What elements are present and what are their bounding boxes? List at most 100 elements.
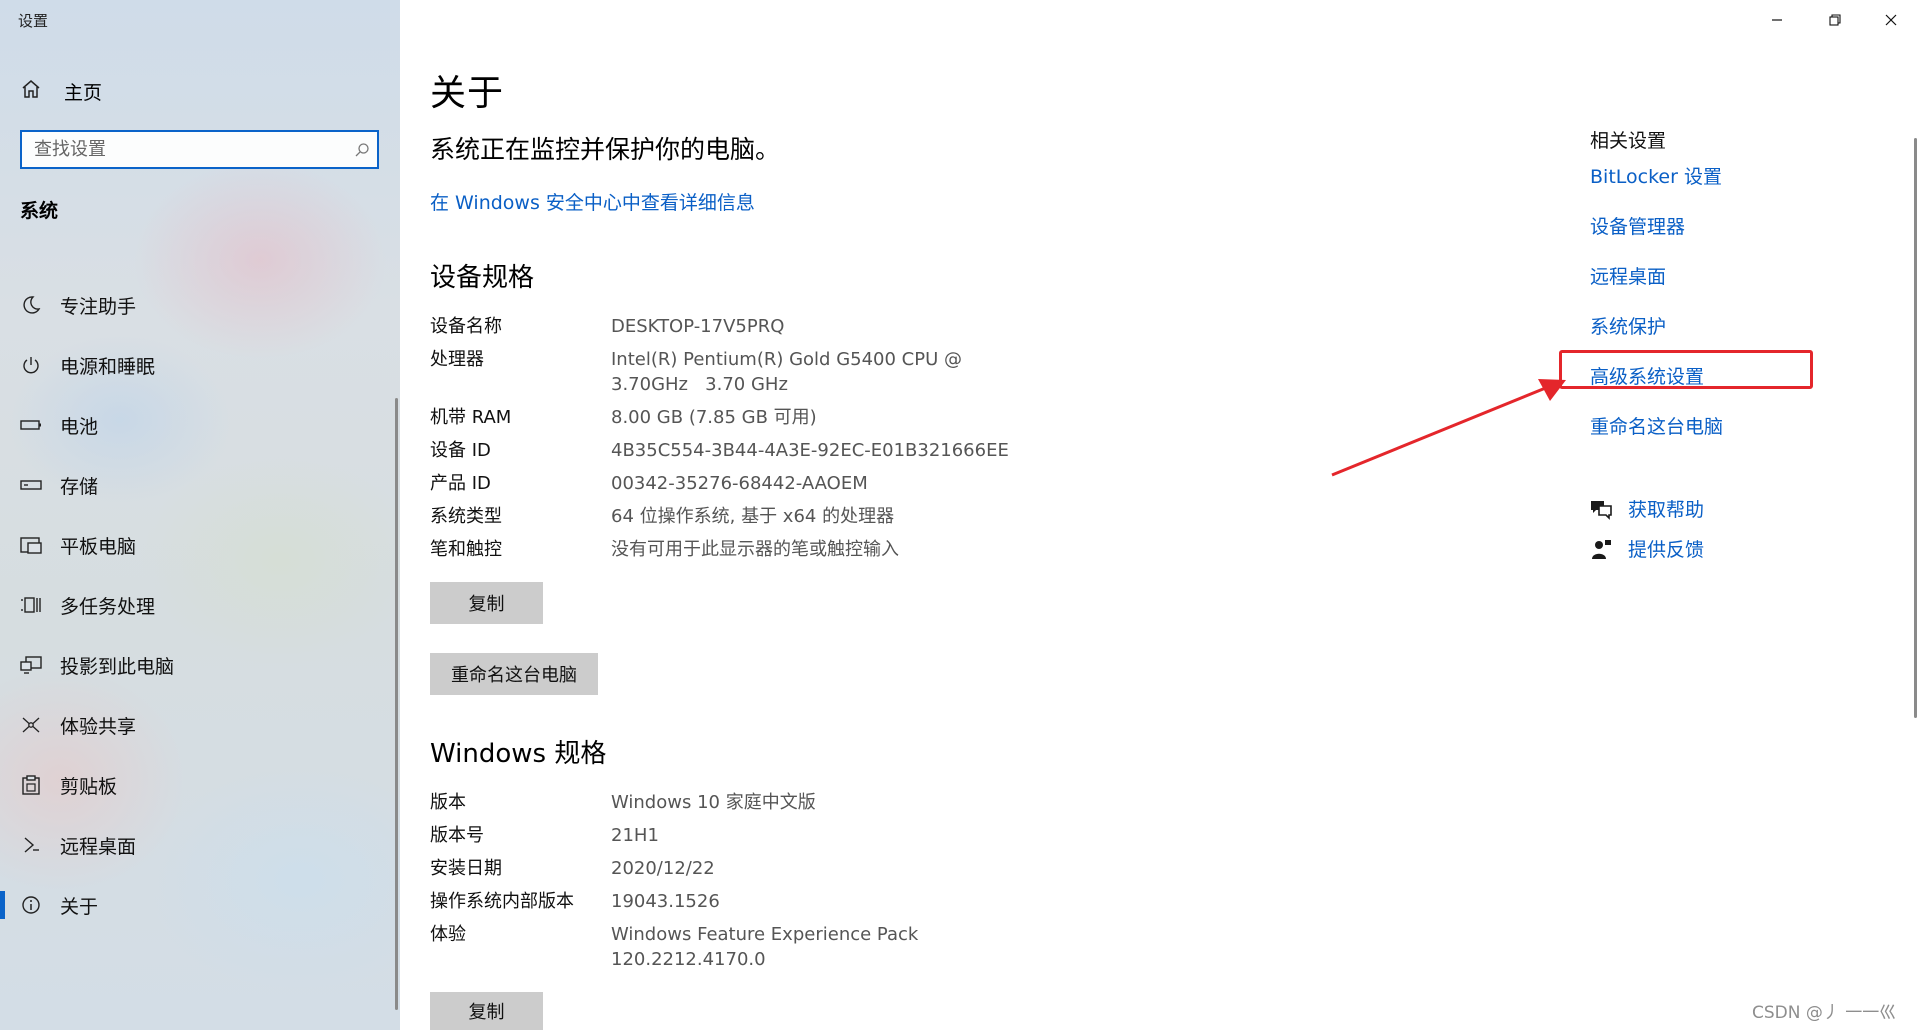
search-input[interactable] — [22, 132, 347, 167]
spec-value: Windows Feature Experience Pack 120.2212… — [611, 922, 1050, 972]
spec-value: 4B35C554-3B44-4A3E-92EC-E01B321666EE — [611, 440, 1009, 461]
give-feedback-link[interactable]: 提供反馈 — [1628, 535, 1704, 562]
sidebar-item-label: 多任务处理 — [60, 595, 156, 618]
spec-value: 64 位操作系统, 基于 x64 的处理器 — [611, 506, 895, 527]
nav-list: 专注助手 电源和睡眠 电池 存储 平板电脑 多任务处理 投影到此电脑 体验共享 … — [0, 275, 398, 935]
spec-key: 笔和触控 — [430, 539, 502, 560]
device-specs-heading: 设备规格 — [430, 263, 535, 293]
copy-device-specs-button[interactable]: 复制 — [430, 582, 543, 624]
spec-row-device-name: 设备名称 DESKTOP-17V5PRQ — [430, 314, 1050, 339]
sidebar-item-power-sleep[interactable]: 电源和睡眠 — [0, 335, 398, 395]
spec-key: 处理器 — [430, 349, 484, 370]
main-scrollbar[interactable] — [1914, 138, 1917, 718]
sidebar-item-label: 投影到此电脑 — [60, 655, 175, 678]
remote-icon — [20, 834, 42, 856]
spec-key: 版本号 — [430, 825, 484, 846]
sidebar-item-label: 专注助手 — [60, 295, 137, 318]
restore-button[interactable] — [1806, 0, 1864, 40]
protection-status: 系统正在监控并保护你的电脑。 — [430, 135, 781, 164]
sidebar-item-label: 体验共享 — [60, 715, 137, 738]
spec-row-os-build: 操作系统内部版本 19043.1526 — [430, 889, 1050, 914]
sidebar-item-label: 远程桌面 — [60, 835, 137, 858]
spec-row-ram: 机带 RAM 8.00 GB (7.85 GB 可用) — [430, 405, 1050, 430]
sidebar-item-label: 电池 — [60, 415, 99, 438]
spec-row-system-type: 系统类型 64 位操作系统, 基于 x64 的处理器 — [430, 504, 1050, 529]
spec-value-line: 120.2212.4170.0 — [611, 949, 766, 970]
spec-value: 2020/12/22 — [611, 858, 715, 879]
spec-value-line: Windows Feature Experience Pack — [611, 924, 919, 945]
tablet-icon — [20, 534, 42, 556]
security-center-link[interactable]: 在 Windows 安全中心中查看详细信息 — [430, 188, 755, 215]
sidebar-item-project[interactable]: 投影到此电脑 — [0, 635, 398, 695]
power-icon — [20, 354, 42, 376]
annotation-highlight-box — [1559, 350, 1813, 389]
spec-value: Intel(R) Pentium(R) Gold G5400 CPU @ 3.7… — [611, 347, 1050, 397]
info-icon — [20, 894, 42, 916]
device-manager-link[interactable]: 设备管理器 — [1590, 212, 1685, 239]
spec-key: 设备 ID — [430, 440, 491, 461]
app-title: 设置 — [18, 12, 49, 30]
related-settings-title: 相关设置 — [1590, 130, 1667, 152]
sidebar-item-tablet[interactable]: 平板电脑 — [0, 515, 398, 575]
search-icon[interactable] — [347, 135, 377, 165]
search-box[interactable] — [20, 130, 379, 169]
get-help-row[interactable]: 获取帮助 — [1588, 495, 1704, 522]
close-icon — [1885, 11, 1897, 30]
spec-value-line: Intel(R) Pentium(R) Gold G5400 CPU @ — [611, 349, 962, 370]
sidebar-item-label: 剪贴板 — [60, 775, 118, 798]
sidebar-item-focus-assist[interactable]: 专注助手 — [0, 275, 398, 335]
sidebar-item-storage[interactable]: 存储 — [0, 455, 398, 515]
feedback-person-icon — [1588, 536, 1614, 562]
sidebar-item-shared-experiences[interactable]: 体验共享 — [0, 695, 398, 755]
minimize-button[interactable] — [1748, 0, 1806, 40]
system-protection-link[interactable]: 系统保护 — [1590, 312, 1666, 339]
sidebar-item-about[interactable]: 关于 — [0, 875, 398, 935]
nav-home[interactable]: 主页 — [0, 72, 400, 110]
rename-pc-link[interactable]: 重命名这台电脑 — [1590, 412, 1723, 439]
get-help-link[interactable]: 获取帮助 — [1628, 495, 1704, 522]
home-icon — [20, 78, 42, 104]
sidebar: 设置 主页 系统 专注助手 电源和睡眠 电池 — [0, 0, 400, 1030]
rename-pc-button[interactable]: 重命名这台电脑 — [430, 653, 598, 695]
close-button[interactable] — [1862, 0, 1920, 40]
spec-key: 安装日期 — [430, 858, 502, 879]
multitask-icon — [20, 594, 42, 616]
spec-value: 没有可用于此显示器的笔或触控输入 — [611, 539, 899, 560]
page-title: 关于 — [430, 73, 505, 114]
sidebar-item-battery[interactable]: 电池 — [0, 395, 398, 455]
minimize-icon — [1771, 11, 1783, 30]
annotation-arrow — [1331, 379, 1566, 477]
spec-value: 19043.1526 — [611, 891, 720, 912]
spec-row-pen-touch: 笔和触控 没有可用于此显示器的笔或触控输入 — [430, 537, 1050, 562]
spec-row-version: 版本号 21H1 — [430, 823, 1050, 848]
sidebar-item-label: 关于 — [60, 895, 99, 918]
spec-value: 8.00 GB (7.85 GB 可用) — [611, 407, 817, 428]
spec-key: 系统类型 — [430, 506, 502, 527]
sidebar-item-remote-desktop[interactable]: 远程桌面 — [0, 815, 398, 875]
spec-key: 机带 RAM — [430, 407, 512, 428]
sidebar-item-clipboard[interactable]: 剪贴板 — [0, 755, 398, 815]
section-title: 系统 — [20, 200, 59, 222]
copy-windows-specs-button[interactable]: 复制 — [430, 992, 543, 1030]
storage-icon — [20, 474, 42, 496]
windows-specs-heading: Windows 规格 — [430, 739, 607, 769]
spec-key: 设备名称 — [430, 316, 502, 337]
bitlocker-settings-link[interactable]: BitLocker 设置 — [1590, 162, 1722, 189]
spec-key: 操作系统内部版本 — [430, 891, 574, 912]
sidebar-item-label: 平板电脑 — [60, 535, 137, 558]
nav-home-label: 主页 — [64, 81, 103, 104]
sidebar-scrollbar[interactable] — [395, 398, 398, 1010]
sidebar-item-label: 存储 — [60, 475, 99, 498]
spec-value: Windows 10 家庭中文版 — [611, 792, 816, 813]
remote-desktop-link[interactable]: 远程桌面 — [1590, 262, 1666, 289]
spec-key: 版本 — [430, 792, 466, 813]
clipboard-icon — [20, 774, 42, 796]
spec-row-install-date: 安装日期 2020/12/22 — [430, 856, 1050, 881]
spec-value: DESKTOP-17V5PRQ — [611, 316, 785, 337]
give-feedback-row[interactable]: 提供反馈 — [1588, 535, 1704, 562]
spec-value: 21H1 — [611, 825, 659, 846]
moon-icon — [20, 294, 42, 316]
spec-row-device-id: 设备 ID 4B35C554-3B44-4A3E-92EC-E01B321666… — [430, 438, 1050, 463]
sidebar-item-multitasking[interactable]: 多任务处理 — [0, 575, 398, 635]
project-icon — [20, 654, 42, 676]
